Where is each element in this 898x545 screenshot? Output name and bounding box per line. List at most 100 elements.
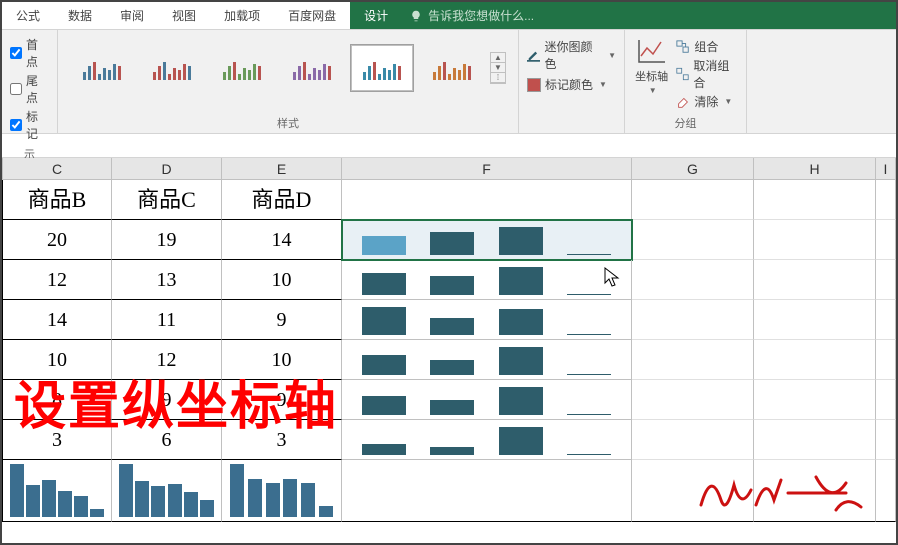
table-row: 10 12 10 [2,340,896,380]
cell[interactable]: 10 [222,340,342,380]
cell[interactable]: 9 [112,380,222,420]
cell[interactable]: 11 [112,300,222,340]
check-markers[interactable]: 标记 [10,108,49,142]
tab-addins[interactable]: 加载项 [210,2,274,29]
ungroup-button[interactable]: 取消组合 [676,57,738,91]
tab-design[interactable]: 设计 [350,2,402,29]
tab-formulas[interactable]: 公式 [2,2,54,29]
cell[interactable]: 6 [112,420,222,460]
group-button[interactable]: 组合 [676,38,738,55]
cell[interactable] [876,260,896,300]
cell[interactable]: 10 [222,260,342,300]
cell[interactable] [632,180,754,220]
cell[interactable]: 14 [222,220,342,260]
cell[interactable] [632,420,754,460]
tab-review[interactable]: 审阅 [106,2,158,29]
cell[interactable] [876,380,896,420]
check-last-point[interactable]: 尾点 [10,72,49,106]
cell[interactable] [632,300,754,340]
cell[interactable] [754,220,876,260]
cell[interactable]: 12 [2,260,112,300]
marker-color-button[interactable]: 标记颜色 ▼ [527,76,616,93]
gallery-down-icon[interactable]: ▼ [491,63,505,73]
cell[interactable] [632,220,754,260]
sparkline-column [350,384,623,415]
style-thumb-6[interactable] [420,44,484,92]
cell[interactable] [754,380,876,420]
style-thumb-2[interactable] [140,44,204,92]
checkbox-first[interactable] [10,47,22,59]
cell[interactable] [632,380,754,420]
col-header-f[interactable]: F [342,158,632,179]
cell[interactable]: 14 [2,300,112,340]
cell[interactable] [876,300,896,340]
cell[interactable]: 商品D [222,180,342,220]
col-header-e[interactable]: E [222,158,342,179]
cell[interactable]: 商品B [2,180,112,220]
cell-sparkline[interactable] [342,340,632,380]
cell[interactable] [876,340,896,380]
style-thumb-4[interactable] [280,44,344,92]
cell[interactable] [754,340,876,380]
marker-color-swatch [527,78,541,92]
col-header-i[interactable]: I [876,158,896,179]
cell[interactable] [876,180,896,220]
cell[interactable] [876,460,896,522]
sparkline-color-button[interactable]: 迷你图颜色 ▼ [527,38,616,72]
ungroup-icon [676,67,689,81]
cell[interactable] [876,220,896,260]
style-thumb-1[interactable] [70,44,134,92]
col-header-g[interactable]: G [632,158,754,179]
cell[interactable]: 3 [222,420,342,460]
cell[interactable] [754,300,876,340]
ribbon-body: 首点 尾点 标记 示 [2,30,896,134]
cell-mini-sparkline[interactable] [2,460,112,522]
cell[interactable]: 8 [2,380,112,420]
col-header-c[interactable]: C [2,158,112,179]
check-first-point[interactable]: 首点 [10,36,49,70]
cell[interactable] [342,460,632,522]
sparkline-column [350,264,623,295]
cell[interactable]: 12 [112,340,222,380]
cell[interactable]: 9 [222,300,342,340]
gallery-scroller[interactable]: ▲ ▼ ⁞ [490,52,506,84]
gallery-more-icon[interactable]: ⁞ [491,73,505,83]
col-header-h[interactable]: H [754,158,876,179]
cell[interactable]: 20 [2,220,112,260]
cell[interactable]: 13 [112,260,222,300]
style-thumb-3[interactable] [210,44,274,92]
cell[interactable] [876,420,896,460]
cell[interactable]: 9 [222,380,342,420]
clear-button[interactable]: 清除 ▼ [676,93,738,110]
label-first: 首点 [26,36,49,70]
ungroup-label: 取消组合 [693,57,738,91]
tab-view[interactable]: 视图 [158,2,210,29]
cell[interactable]: 商品C [112,180,222,220]
axis-button[interactable]: 坐标轴 ▼ [633,34,670,113]
tell-me-search[interactable]: 告诉我您想做什么... [402,2,896,29]
cell[interactable] [342,180,632,220]
cell-sparkline-selected[interactable] [342,220,632,260]
cell-sparkline[interactable] [342,380,632,420]
tab-baidu[interactable]: 百度网盘 [274,2,350,29]
cell[interactable] [632,340,754,380]
cell[interactable] [754,180,876,220]
cell-sparkline[interactable] [342,300,632,340]
cell-sparkline[interactable] [342,260,632,300]
cell-mini-sparkline[interactable] [112,460,222,522]
col-header-d[interactable]: D [112,158,222,179]
cell[interactable]: 3 [2,420,112,460]
cell-sparkline[interactable] [342,420,632,460]
cell[interactable] [632,260,754,300]
checkbox-last[interactable] [10,83,22,95]
cell[interactable] [754,420,876,460]
sparkline-column [350,224,623,255]
checkbox-markers[interactable] [10,119,22,131]
cell-mini-sparkline[interactable] [222,460,342,522]
style-thumb-5-selected[interactable] [350,44,414,92]
cell[interactable]: 10 [2,340,112,380]
gallery-up-icon[interactable]: ▲ [491,53,505,63]
cell[interactable] [754,260,876,300]
tab-data[interactable]: 数据 [54,2,106,29]
cell[interactable]: 19 [112,220,222,260]
